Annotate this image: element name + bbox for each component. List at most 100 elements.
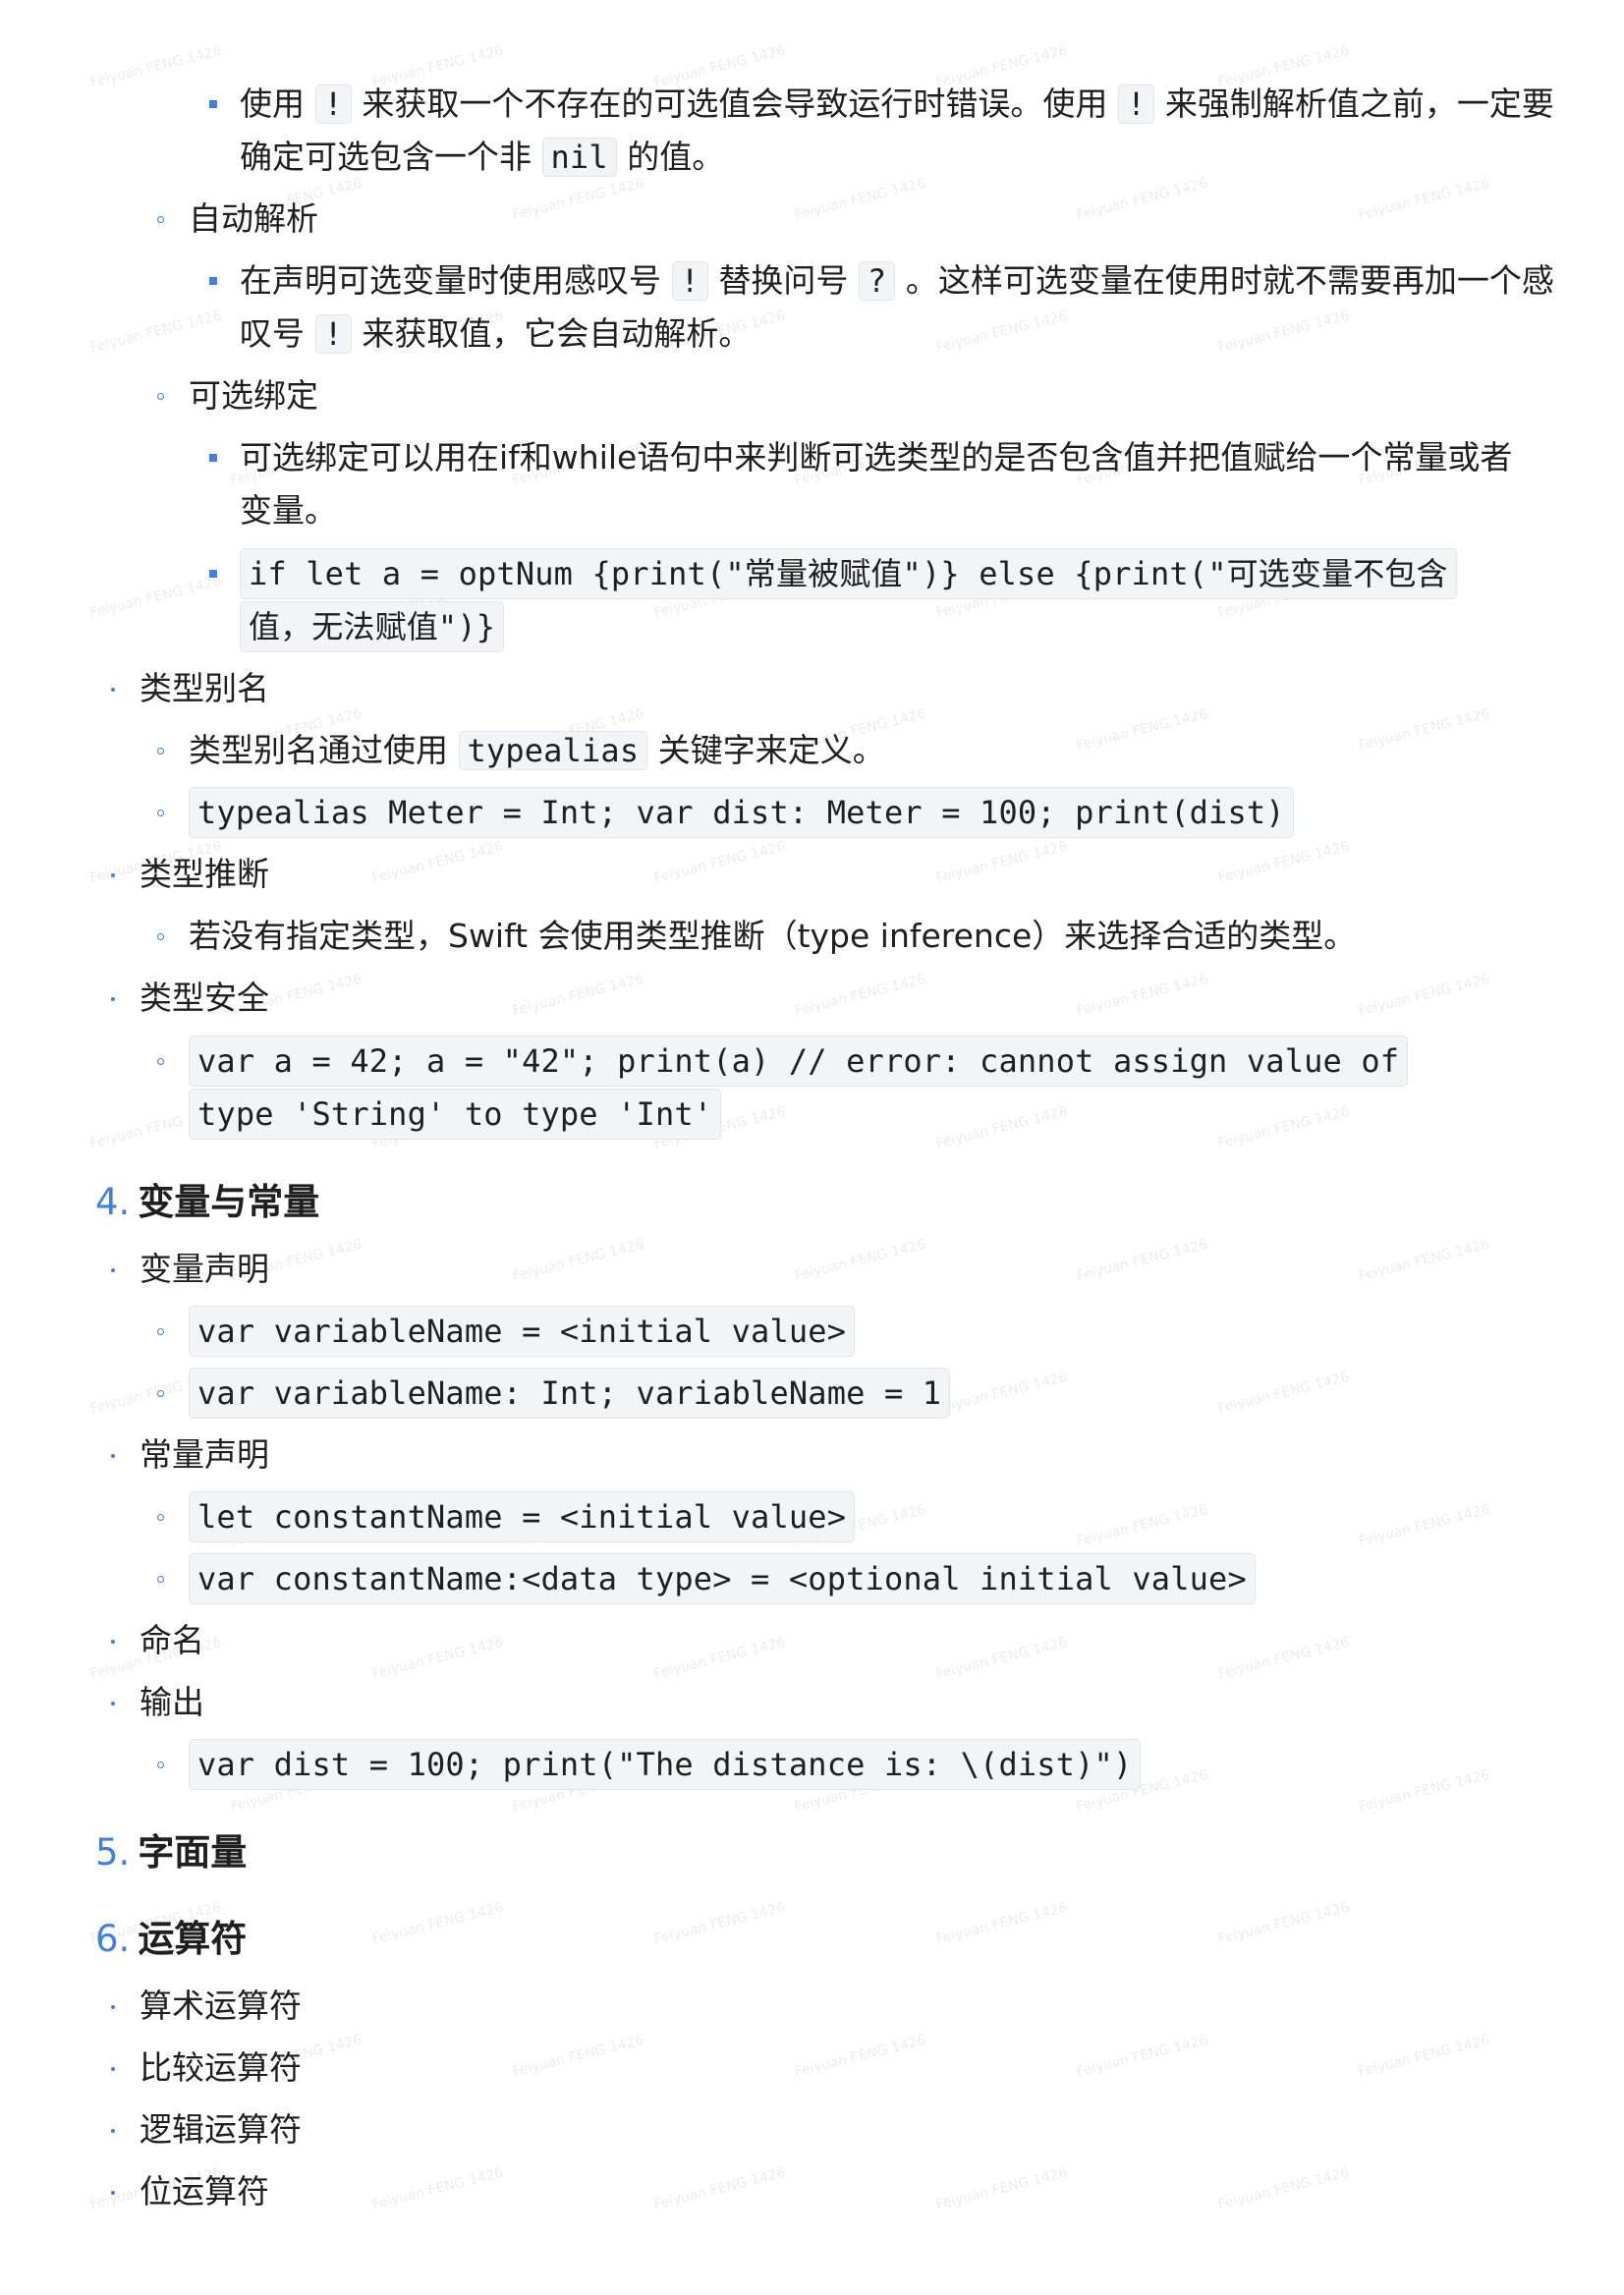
watermark-text: Feiyuan FENG 1426 <box>1216 308 1352 357</box>
watermark-text: Feiyuan FENG 1426 <box>1216 1899 1352 1948</box>
inline-code: ! <box>671 261 708 301</box>
hollow-bullet-icon <box>157 393 164 400</box>
text: 确定可选包含一个非 <box>240 138 532 176</box>
code-block: type 'String' to type 'Int' <box>189 1089 722 1140</box>
optional-binding-desc-line1: 可选绑定可以用在if和while语句中来判断可选类型的是否包含值并把值赋给一个常… <box>209 431 1512 484</box>
type-inference-desc: 若没有指定类型，Swift 会使用类型推断（type inference）来选择… <box>157 910 1357 963</box>
list-item-type-alias: 类型别名 <box>111 662 269 715</box>
type-alias-desc: 类型别名通过使用 typealias 关键字来定义。 <box>157 724 885 777</box>
type-alias-example: typealias Meter = Int; var dist: Meter =… <box>157 786 1294 839</box>
watermark-text: Feiyuan FENG 1426 <box>652 1899 788 1948</box>
watermark-text: Feiyuan FENG 1426 <box>1357 1766 1492 1816</box>
dot-bullet-icon <box>111 2191 115 2195</box>
list-item-optional-binding: 可选绑定 <box>157 369 318 422</box>
item-label: 逻辑运算符 <box>140 2110 302 2149</box>
dot-bullet-icon <box>111 2067 115 2071</box>
item-label: 变量声明 <box>140 1250 269 1288</box>
watermark-text: Feiyuan FENG 1426 <box>793 1236 928 1285</box>
watermark-text: Feiyuan FENG 1426 <box>934 1634 1070 1683</box>
watermark-text: Feiyuan FENG 1426 <box>1216 2164 1352 2213</box>
dot-bullet-icon <box>111 1640 115 1644</box>
list-item-naming: 命名 <box>111 1614 204 1667</box>
item-label: 类型安全 <box>140 979 269 1017</box>
section-heading-6: 6. 运算符 <box>95 1912 247 1967</box>
watermark-text: Feiyuan FENG 1426 <box>934 1369 1070 1418</box>
list-item-const-decl: 常量声明 <box>111 1428 269 1482</box>
square-bullet-icon <box>209 454 217 462</box>
code-block: 值，无法赋值")} <box>240 601 505 652</box>
hollow-bullet-icon <box>157 748 164 755</box>
watermark-text: Feiyuan FENG 1426 <box>88 308 224 357</box>
watermark-text: Feiyuan FENG 1426 <box>1357 1501 1492 1550</box>
square-bullet-icon <box>209 100 217 108</box>
dot-bullet-icon <box>111 997 115 1001</box>
watermark-text: Feiyuan FENG 1426 <box>88 42 224 91</box>
item-label: 命名 <box>140 1621 204 1659</box>
watermark-text: Feiyuan FENG 1426 <box>370 2164 506 2213</box>
hollow-bullet-icon <box>157 810 164 816</box>
watermark-text: Feiyuan FENG 1426 <box>1357 705 1492 755</box>
dot-bullet-icon <box>111 1702 115 1706</box>
hollow-bullet-icon <box>157 1762 164 1768</box>
list-item-var-decl: 变量声明 <box>111 1243 269 1296</box>
code-block: var variableName = <initial value> <box>189 1306 856 1357</box>
hollow-bullet-icon <box>157 1058 164 1065</box>
inline-code: ! <box>314 84 352 124</box>
inline-code: ? <box>858 261 896 301</box>
watermark-text: Feiyuan FENG 1426 <box>1216 1369 1352 1418</box>
heading-title: 运算符 <box>138 1918 248 1960</box>
dot-bullet-icon <box>111 1454 115 1458</box>
watermark-text: Feiyuan FENG 1426 <box>370 838 506 887</box>
force-unwrap-warning-line2: 确定可选包含一个非 nil 的值。 <box>240 131 724 184</box>
optional-binding-desc-line2: 变量。 <box>240 484 337 537</box>
item-label: 自动解析 <box>189 199 318 238</box>
dot-bullet-icon <box>111 2005 115 2009</box>
type-safety-code-line1: var a = 42; a = "42"; print(a) // error:… <box>157 1035 1409 1088</box>
implicit-unwrap-desc-line1: 在声明可选变量时使用感叹号 ! 替换问号 ? 。这样可选变量在使用时就不需要再加… <box>209 254 1554 308</box>
var-decl-example-2: var variableName: Int; variableName = 1 <box>157 1367 951 1420</box>
watermark-text: Feiyuan FENG 1426 <box>934 2164 1070 2213</box>
text: 来强制解析值之前，一定要 <box>1164 84 1554 123</box>
watermark-text: Feiyuan FENG 1426 <box>934 838 1070 887</box>
code-block: var variableName: Int; variableName = 1 <box>189 1368 951 1419</box>
list-item-arithmetic-operators: 算术运算符 <box>111 1980 302 2033</box>
dot-bullet-icon <box>111 2129 115 2133</box>
text: 替换问号 <box>718 261 849 300</box>
optional-binding-code-line1: if let a = optNum {print("常量被赋值")} else … <box>209 547 1457 600</box>
code-block: let constantName = <initial value> <box>189 1491 856 1542</box>
list-item-logical-operators: 逻辑运算符 <box>111 2103 302 2156</box>
section-heading-4: 4. 变量与常量 <box>95 1175 319 1230</box>
watermark-text: Feiyuan FENG 1426 <box>934 1103 1070 1152</box>
list-item-type-inference: 类型推断 <box>111 848 269 901</box>
const-decl-example-1: let constantName = <initial value> <box>157 1490 856 1543</box>
watermark-text: Feiyuan FENG 1426 <box>370 1899 506 1948</box>
hollow-bullet-icon <box>157 1514 164 1521</box>
item-label: 可选绑定 <box>189 376 318 415</box>
hollow-bullet-icon <box>157 1328 164 1335</box>
code-block: var a = 42; a = "42"; print(a) // error:… <box>189 1036 1409 1087</box>
square-bullet-icon <box>209 570 217 578</box>
watermark-text: Feiyuan FENG 1426 <box>793 971 928 1020</box>
item-label: 输出 <box>140 1683 204 1721</box>
code-block: if let a = optNum {print("常量被赋值")} else … <box>240 548 1457 599</box>
item-label: 类型别名 <box>140 669 269 707</box>
dot-bullet-icon <box>111 1268 115 1272</box>
inline-code: ! <box>1117 84 1155 124</box>
watermark-text: Feiyuan FENG 1426 <box>511 2032 646 2081</box>
watermark-text: Feiyuan FENG 1426 <box>88 573 224 622</box>
watermark-text: Feiyuan FENG 1426 <box>1075 1236 1210 1285</box>
inline-code: typealias <box>458 731 648 770</box>
code-block: typealias Meter = Int; var dist: Meter =… <box>189 787 1294 838</box>
watermark-text: Feiyuan FENG 1426 <box>793 175 928 224</box>
output-example: var dist = 100; print("The distance is: … <box>157 1738 1142 1791</box>
optional-binding-code-line2: 值，无法赋值")} <box>240 600 505 653</box>
code-block: var constantName:<data type> = <optional… <box>189 1553 1256 1604</box>
watermark-text: Feiyuan FENG 1426 <box>1075 971 1210 1020</box>
watermark-text: Feiyuan FENG 1426 <box>793 2032 928 2081</box>
text: 。这样可选变量在使用时就不需要再加一个感 <box>905 261 1554 300</box>
square-bullet-icon <box>209 277 217 285</box>
var-decl-example-1: var variableName = <initial value> <box>157 1305 856 1358</box>
list-item-output: 输出 <box>111 1676 204 1729</box>
dot-bullet-icon <box>111 688 115 692</box>
text: 若没有指定类型，Swift 会使用类型推断（type inference）来选择… <box>189 917 1357 955</box>
